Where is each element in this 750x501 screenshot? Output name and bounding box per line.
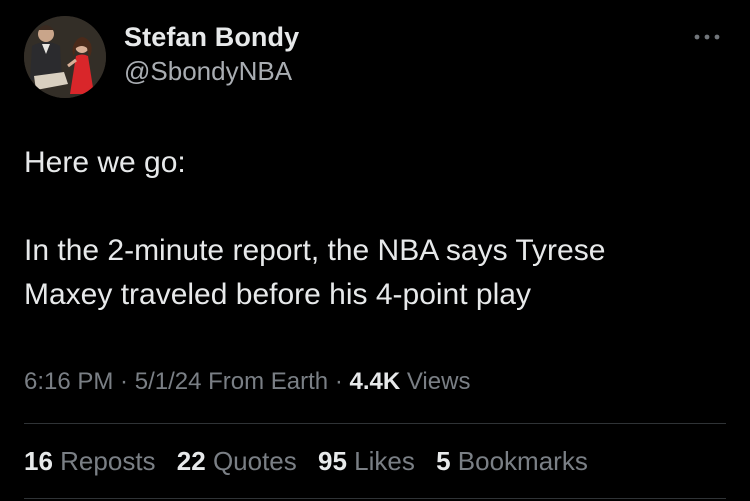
quotes-label: Quotes bbox=[212, 446, 297, 476]
handle[interactable]: @SbondyNBA bbox=[124, 54, 299, 88]
quotes-stat[interactable]: 22 Quotes bbox=[177, 443, 297, 479]
bookmarks-count: 5 bbox=[436, 446, 451, 476]
display-name[interactable]: Stefan Bondy bbox=[124, 20, 299, 54]
tweet-date[interactable]: 5/1/24 bbox=[135, 368, 202, 395]
divider bbox=[24, 498, 726, 499]
more-horizontal-icon[interactable] bbox=[692, 30, 722, 44]
tweet-header: Stefan Bondy @SbondyNBA bbox=[24, 16, 726, 98]
separator: · bbox=[113, 368, 135, 395]
tweet-time[interactable]: 6:16 PM bbox=[24, 368, 113, 395]
likes-stat[interactable]: 95 Likes bbox=[318, 443, 415, 479]
tweet-line: Here we go: bbox=[24, 146, 186, 179]
tweet-line: Maxey traveled before his 4-point play bbox=[24, 278, 531, 311]
views-count: 4.4K bbox=[349, 368, 401, 395]
author-info: Stefan Bondy @SbondyNBA bbox=[124, 20, 299, 88]
reposts-count: 16 bbox=[24, 446, 53, 476]
reposts-stat[interactable]: 16 Reposts bbox=[24, 443, 156, 479]
likes-count: 95 bbox=[318, 446, 347, 476]
avatar-image bbox=[24, 16, 106, 98]
separator: · bbox=[328, 368, 350, 395]
tweet-text: Here we go: In the 2-minute report, the … bbox=[24, 141, 724, 317]
engagement-stats: 16 Reposts 22 Quotes 95 Likes 5 Bookmark… bbox=[24, 443, 602, 479]
avatar[interactable] bbox=[24, 16, 106, 98]
tweet-meta: 6:16 PM · 5/1/24 From Earth · 4.4K Views bbox=[24, 364, 470, 400]
views-label: Views bbox=[400, 368, 471, 395]
bookmarks-stat[interactable]: 5 Bookmarks bbox=[436, 443, 588, 479]
reposts-label: Reposts bbox=[60, 446, 156, 476]
tweet-source: From Earth bbox=[201, 368, 329, 395]
bookmarks-label: Bookmarks bbox=[457, 446, 588, 476]
tweet: Stefan Bondy @SbondyNBA Here we go: In t… bbox=[0, 0, 750, 501]
tweet-line: In the 2-minute report, the NBA says Tyr… bbox=[24, 234, 606, 267]
likes-label: Likes bbox=[354, 446, 415, 476]
divider bbox=[24, 423, 726, 424]
quotes-count: 22 bbox=[176, 446, 206, 476]
